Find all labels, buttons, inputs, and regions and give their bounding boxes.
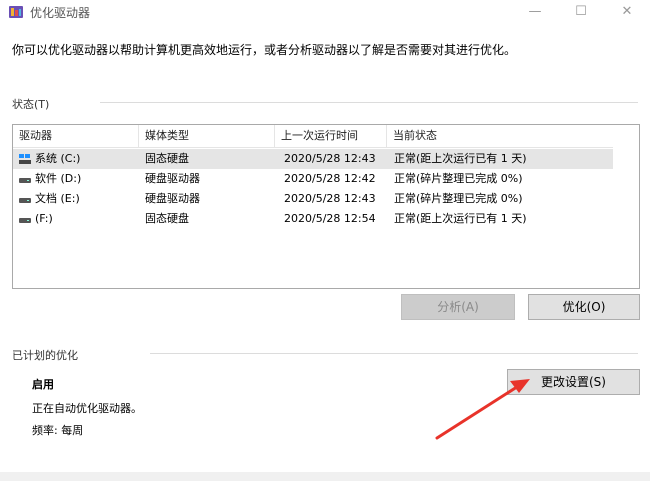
- last-run-time: 2020/5/28 12:42: [284, 172, 376, 185]
- hard-drive-icon: [19, 218, 31, 223]
- last-run-time: 2020/5/28 12:43: [284, 152, 376, 165]
- current-status: 正常(碎片整理已完成 0%): [394, 172, 523, 185]
- current-status: 正常(距上次运行已有 1 天): [394, 212, 527, 225]
- hard-drive-icon: [19, 178, 31, 183]
- maximize-button[interactable]: ☐: [558, 0, 604, 24]
- drive-name: 文档 (E:): [35, 192, 80, 205]
- column-header-drive[interactable]: 驱动器: [13, 125, 139, 147]
- hard-drive-icon: [19, 198, 31, 203]
- minimize-button[interactable]: —: [512, 0, 558, 24]
- column-header-last-run[interactable]: 上一次运行时间: [275, 125, 387, 147]
- title-bar: 优化驱动器 — ☐ ✕: [0, 0, 650, 24]
- drive-name: (F:): [35, 212, 53, 225]
- scheduled-section-label: 已计划的优化: [12, 349, 78, 362]
- last-run-time: 2020/5/28 12:43: [284, 192, 376, 205]
- change-settings-button[interactable]: 更改设置(S): [507, 369, 640, 395]
- table-row[interactable]: (F:) 固态硬盘 2020/5/28 12:54 正常(距上次运行已有 1 天…: [13, 209, 613, 229]
- system-drive-icon: [19, 154, 31, 164]
- window-title: 优化驱动器: [30, 6, 91, 20]
- media-type: 固态硬盘: [145, 152, 189, 165]
- drive-name: 软件 (D:): [35, 172, 82, 185]
- window-footer: [0, 472, 650, 481]
- scheduled-section-divider: [150, 353, 638, 354]
- schedule-description: 正在自动优化驱动器。: [32, 402, 142, 415]
- media-type: 硬盘驱动器: [145, 172, 200, 185]
- current-status: 正常(碎片整理已完成 0%): [394, 192, 523, 205]
- drive-name: 系统 (C:): [35, 152, 81, 165]
- optimize-button[interactable]: 优化(O): [528, 294, 640, 320]
- drive-list-header: 驱动器 媒体类型 上一次运行时间 当前状态: [13, 125, 613, 148]
- column-header-media-type[interactable]: 媒体类型: [139, 125, 275, 147]
- column-header-status[interactable]: 当前状态: [387, 125, 613, 147]
- status-section-label: 状态(T): [12, 98, 50, 111]
- table-row[interactable]: 软件 (D:) 硬盘驱动器 2020/5/28 12:42 正常(碎片整理已完成…: [13, 169, 613, 189]
- media-type: 硬盘驱动器: [145, 192, 200, 205]
- drive-list[interactable]: 驱动器 媒体类型 上一次运行时间 当前状态 系统 (C:) 固态硬盘 2020/…: [12, 124, 640, 289]
- schedule-frequency: 频率: 每周: [32, 424, 84, 437]
- last-run-time: 2020/5/28 12:54: [284, 212, 376, 225]
- analyze-button[interactable]: 分析(A): [401, 294, 515, 320]
- status-section-divider: [100, 102, 638, 103]
- media-type: 固态硬盘: [145, 212, 189, 225]
- defrag-app-icon: [9, 6, 23, 18]
- close-button[interactable]: ✕: [604, 0, 650, 24]
- table-row[interactable]: 系统 (C:) 固态硬盘 2020/5/28 12:43 正常(距上次运行已有 …: [13, 149, 613, 169]
- table-row[interactable]: 文档 (E:) 硬盘驱动器 2020/5/28 12:43 正常(碎片整理已完成…: [13, 189, 613, 209]
- schedule-status: 启用: [32, 378, 54, 391]
- intro-text: 你可以优化驱动器以帮助计算机更高效地运行，或者分析驱动器以了解是否需要对其进行优…: [12, 43, 517, 57]
- current-status: 正常(距上次运行已有 1 天): [394, 152, 527, 165]
